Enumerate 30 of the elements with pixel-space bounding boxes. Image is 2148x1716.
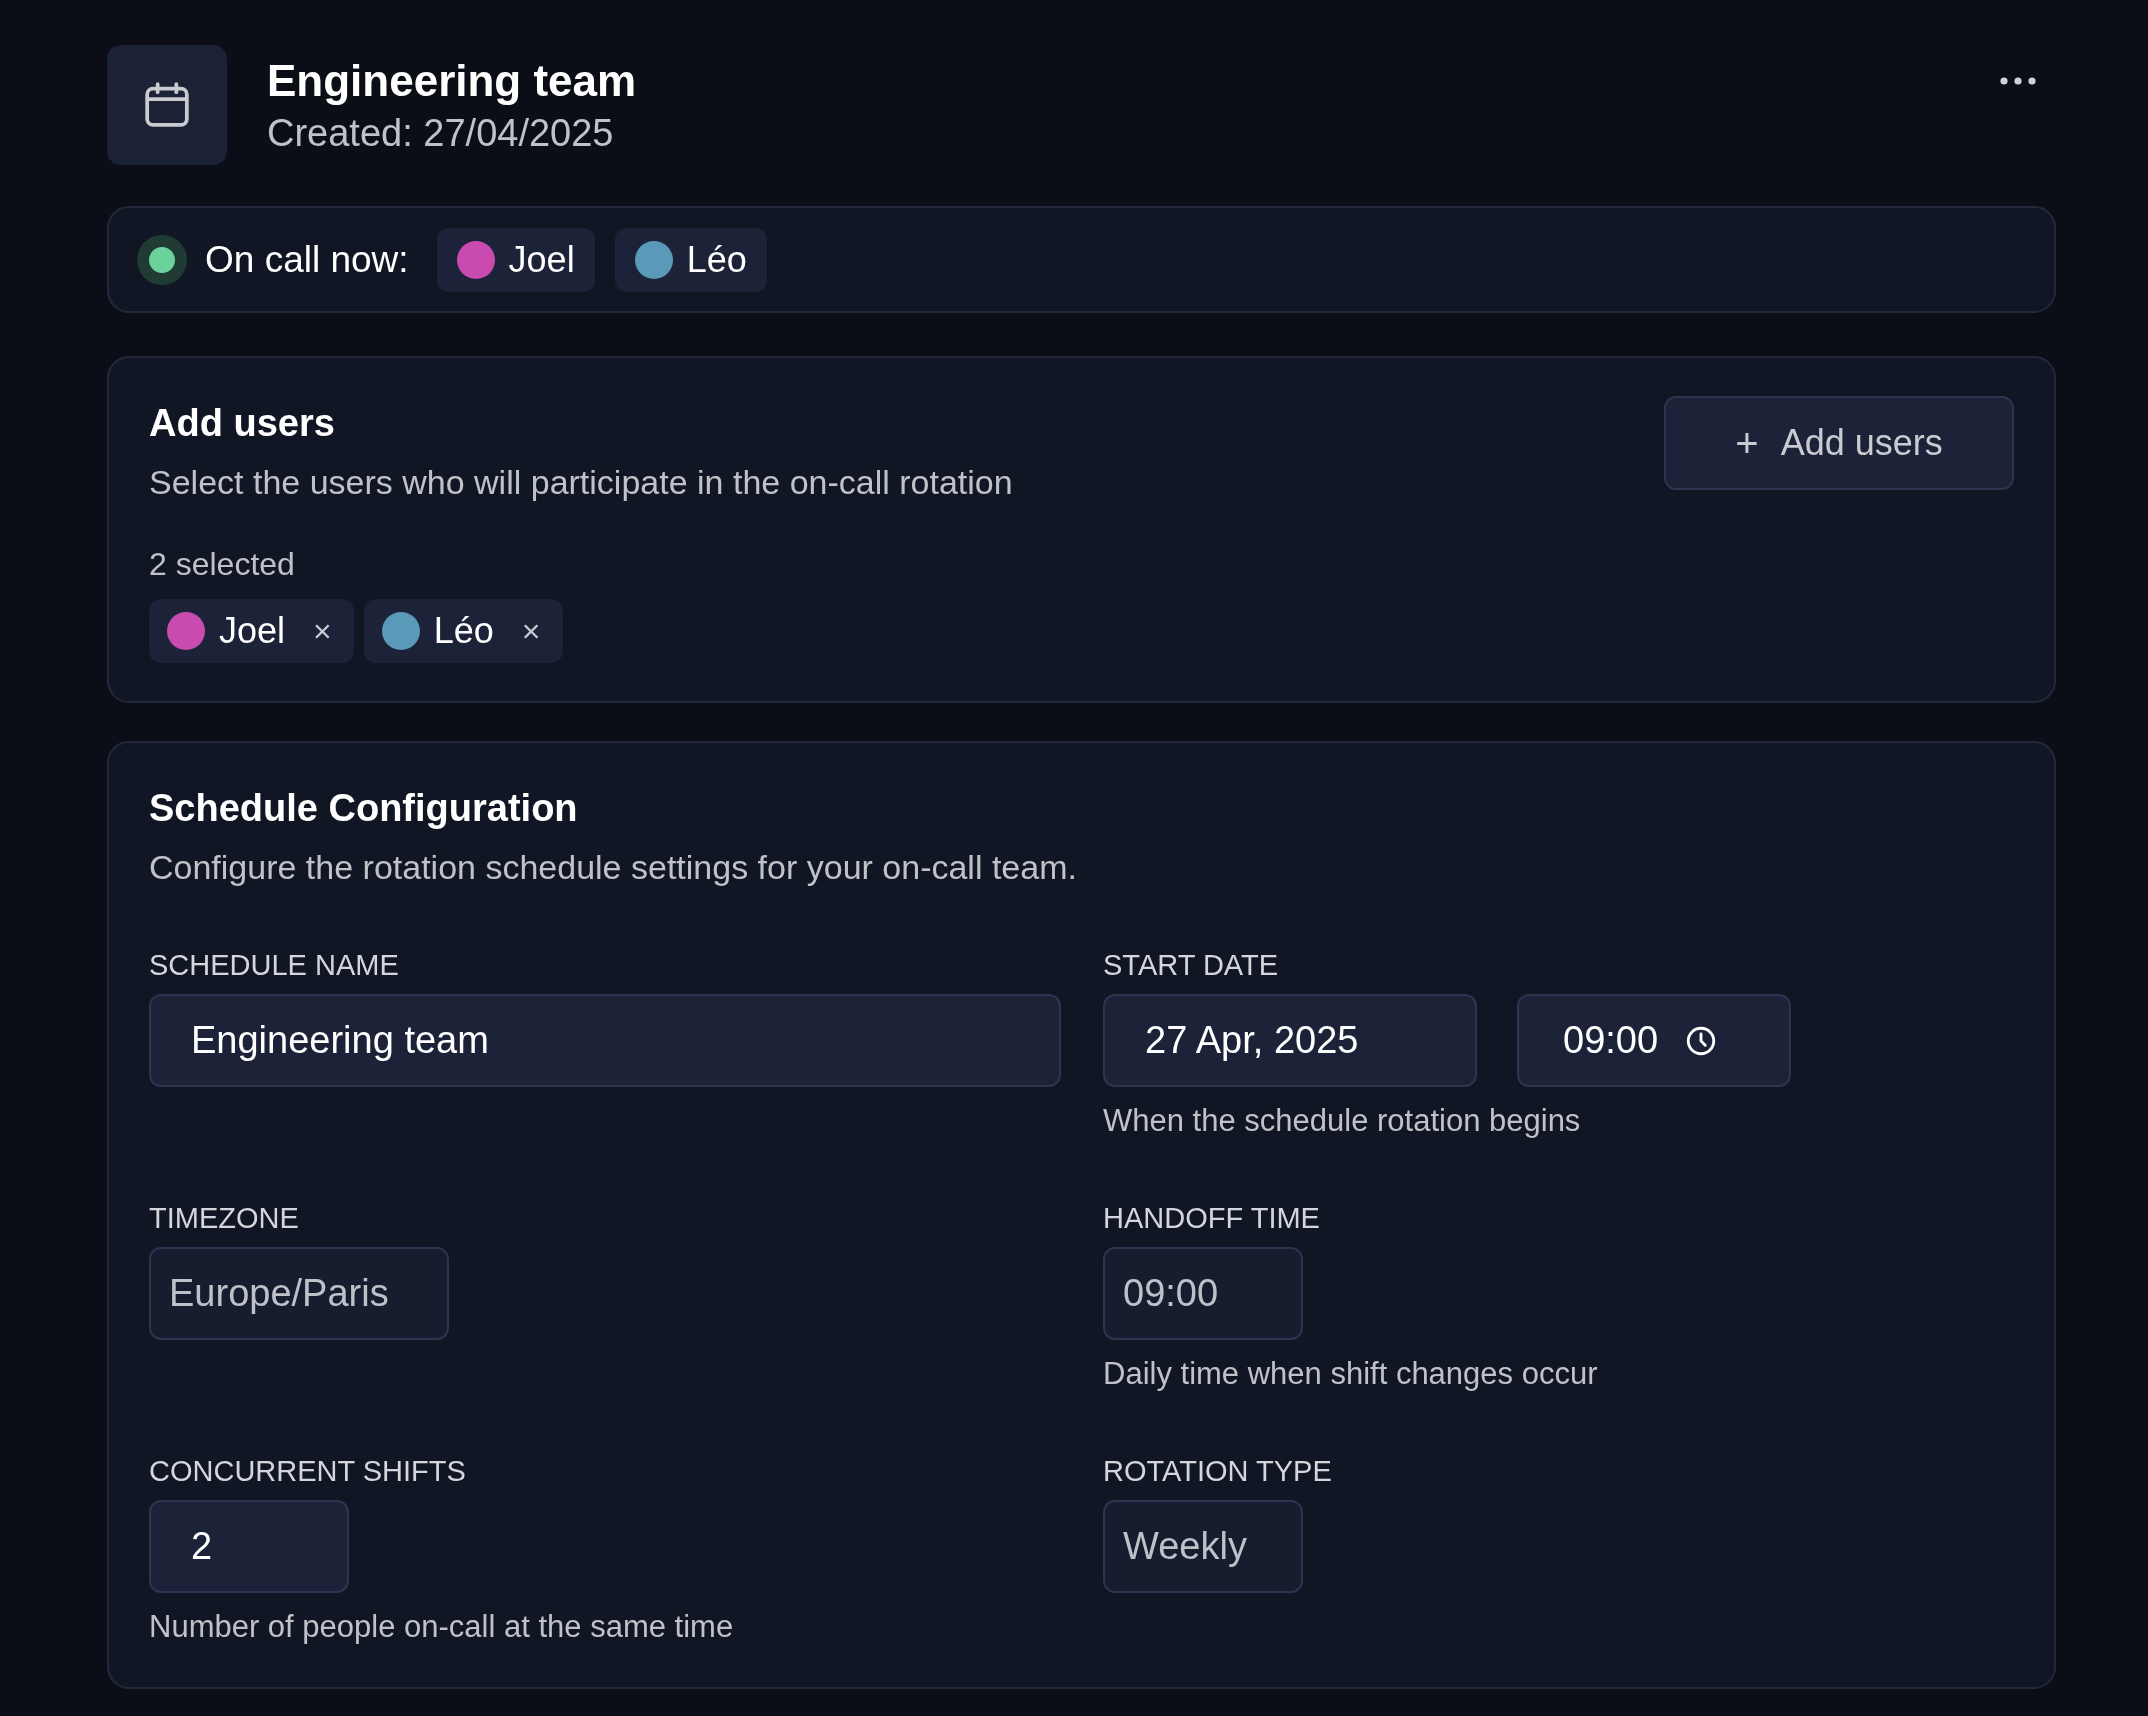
help-text: Number of people on-call at the same time (149, 1609, 735, 1645)
input-field[interactable]: Engineering team (149, 994, 1061, 1087)
field-label: TIMEZONE (149, 1202, 300, 1235)
user-name: Léo (686, 238, 747, 281)
field-label: CONCURRENT SHIFTS (149, 1455, 467, 1488)
more-icon (2000, 77, 2036, 85)
field-label: SCHEDULE NAME (149, 949, 400, 982)
page-title: Engineering team (267, 55, 638, 106)
help-text: Daily time when shift changes occur (1103, 1356, 1599, 1392)
selected-count: 2 selected (149, 546, 296, 583)
input-field[interactable]: 27 Apr, 2025 (1103, 994, 1477, 1087)
user-name: Léo (433, 610, 494, 652)
help-text: When the schedule rotation begins (1103, 1103, 1582, 1139)
remove-button[interactable]: × (521, 612, 541, 650)
field-label: START DATE (1103, 949, 1280, 982)
user-name: Joel (508, 238, 575, 281)
more-button[interactable] (2000, 77, 2036, 85)
section-description: Configure the rotation schedule settings for your on-call team. (149, 848, 1078, 887)
section-title: Add users (149, 402, 336, 445)
input-field[interactable]: 2 (149, 1500, 349, 1593)
add-users-button[interactable]: + Add users (1664, 396, 2014, 490)
on-call-label: On call now: (205, 238, 409, 281)
section-title: Schedule Configuration (149, 787, 579, 830)
remove-button[interactable]: × (313, 612, 332, 650)
input-field[interactable]: 09:00 (1517, 994, 1791, 1087)
created-date: Created: 27/04/2025 (267, 111, 615, 155)
field-label: HANDOFF TIME (1103, 1202, 1321, 1235)
section-description: Select the users who will participate in the on-call rotation (149, 463, 1013, 502)
field-label: ROTATION TYPE (1103, 1455, 1333, 1488)
user-name: Joel (219, 610, 286, 652)
